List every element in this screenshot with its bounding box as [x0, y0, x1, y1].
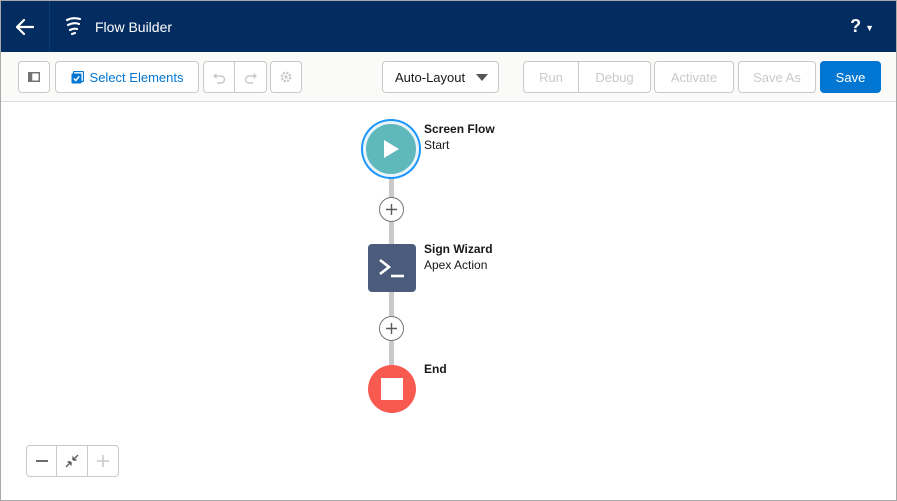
plus-icon: [386, 204, 397, 215]
fit-to-view-button[interactable]: [57, 445, 88, 477]
caret-down-icon: [476, 74, 488, 81]
end-node[interactable]: [368, 365, 416, 413]
add-element-button[interactable]: [379, 316, 404, 341]
flow-canvas[interactable]: Screen Flow Start Sign Wizard Apex Actio…: [1, 102, 896, 500]
save-as-button[interactable]: Save As: [738, 61, 816, 93]
checkbox-icon: [71, 70, 84, 83]
terminal-icon: [379, 258, 404, 278]
shrink-icon: [65, 454, 79, 468]
app-header: Flow Builder ? ▼: [1, 1, 896, 52]
select-elements-label: Select Elements: [89, 69, 184, 85]
toggle-panel-button[interactable]: [18, 61, 50, 93]
apex-action-node[interactable]: [368, 244, 416, 292]
redo-button[interactable]: [235, 61, 267, 93]
help-icon: ?: [850, 16, 862, 36]
undo-redo-group: [203, 61, 267, 93]
plus-icon: [97, 455, 109, 467]
layout-mode-select[interactable]: Auto-Layout: [382, 61, 499, 93]
run-button[interactable]: Run: [523, 61, 579, 93]
save-button[interactable]: Save: [820, 61, 881, 93]
end-node-title: End: [424, 362, 447, 376]
run-debug-group: Run Debug: [523, 61, 651, 93]
toolbar: Select Elements Auto-Layout Run Debug Ac…: [1, 52, 896, 102]
undo-button[interactable]: [203, 61, 235, 93]
plus-icon: [386, 323, 397, 334]
redo-icon: [244, 72, 257, 84]
help-menu-button[interactable]: ? ▼: [850, 16, 874, 37]
zoom-out-button[interactable]: [26, 445, 57, 477]
add-element-button[interactable]: [379, 197, 404, 222]
zoom-in-button[interactable]: [88, 445, 119, 477]
start-node-title: Screen Flow: [424, 122, 495, 136]
caret-down-icon: ▼: [865, 22, 874, 33]
layout-mode-value: Auto-Layout: [395, 69, 466, 85]
flow-logo-icon: [65, 17, 82, 36]
stop-icon: [381, 378, 403, 400]
settings-button[interactable]: [270, 61, 302, 93]
back-button[interactable]: [1, 1, 50, 52]
debug-button[interactable]: Debug: [579, 61, 651, 93]
flow-builder-window: Flow Builder ? ▼ Select Elements Auto-La…: [0, 0, 897, 501]
apex-action-node-title: Sign Wizard: [424, 242, 493, 256]
apex-action-node-subtitle: Apex Action: [424, 258, 488, 272]
select-elements-button[interactable]: Select Elements: [55, 61, 199, 93]
activate-button[interactable]: Activate: [654, 61, 734, 93]
start-node-label: Screen Flow Start: [424, 121, 495, 153]
app-title: Flow Builder: [95, 19, 173, 35]
zoom-controls: [26, 445, 119, 477]
toggle-panel-icon: [28, 72, 40, 82]
back-arrow-icon: [16, 18, 34, 35]
play-icon: [384, 140, 399, 158]
minus-icon: [35, 460, 48, 462]
end-node-label: End: [424, 361, 447, 377]
gear-icon: [280, 71, 292, 83]
undo-icon: [213, 72, 226, 84]
apex-action-node-label: Sign Wizard Apex Action: [424, 241, 493, 273]
start-node-subtitle: Start: [424, 138, 450, 152]
start-node[interactable]: [363, 121, 419, 177]
